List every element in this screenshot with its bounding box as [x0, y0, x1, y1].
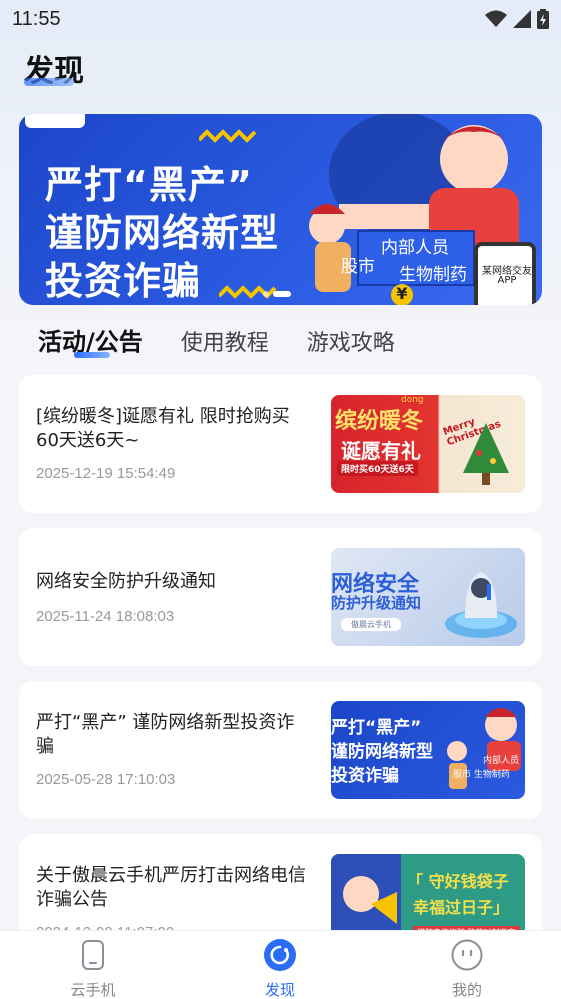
thumb-subtitle-2: 投资诈骗	[331, 766, 399, 786]
thumb-subtitle: 幸福过日子」	[413, 898, 510, 917]
article-thumbnail: 网络安全 防护升级通知 傲晨云手机	[331, 548, 525, 646]
banner-tag-biopharma: 生物制药	[399, 265, 467, 285]
tab-game-guides[interactable]: 游戏攻略	[307, 325, 395, 357]
banner-tag-stock: 股市	[341, 257, 375, 277]
thumb-subtitle: 谨防网络新型	[331, 742, 433, 762]
thumb-title: 严打“黑产”	[331, 718, 422, 738]
phone-icon	[82, 940, 104, 970]
thumb-subtitle: 诞愿有礼	[341, 439, 421, 463]
article-title: [缤纷暖冬]诞愿有礼 限时抢购买60天送6天~	[36, 406, 290, 451]
carousel-indicator	[263, 291, 291, 297]
bottom-navigation: 云手机 发现 我的	[0, 930, 561, 999]
banner-headline-2: 谨防网络新型	[45, 211, 280, 255]
article-date: 2025-05-28 17:10:03	[36, 771, 176, 788]
thumb-tag-stock: 股市 生物制药	[453, 770, 510, 780]
carousel-dot-active[interactable]	[273, 291, 291, 297]
banner-tag-insider: 内部人员	[381, 238, 449, 258]
nav-cloud-phone[interactable]: 云手机	[33, 931, 153, 999]
thumb-subtitle: 防护升级通知	[331, 594, 422, 612]
wifi-icon	[485, 10, 507, 27]
cell-signal-icon	[513, 10, 531, 28]
nav-label: 发现	[264, 981, 295, 999]
article-card[interactable]: 网络安全防护升级通知 2025-11-24 18:08:03 网络安全 防护升级…	[19, 528, 542, 666]
thumb-title: 缤纷暖冬	[335, 409, 424, 434]
thumb-title: 「 守好钱袋子	[407, 872, 509, 891]
banner-zigzag-decoration	[199, 129, 257, 143]
thumb-brand: 傲晨云手机	[341, 618, 401, 631]
banner-logo	[25, 114, 85, 128]
tab-tutorials[interactable]: 使用教程	[181, 325, 269, 357]
article-card[interactable]: 严打“黑产” 谨防网络新型投资诈骗 2025-05-28 17:10:03 严打…	[19, 681, 542, 819]
article-date: 2025-11-24 18:08:03	[36, 608, 175, 625]
nav-label: 云手机	[70, 981, 116, 999]
banner-carousel[interactable]: 严打“黑产” 谨防网络新型 投资诈骗 内部人员 股市 生物制药 某网络交友 AP…	[19, 114, 542, 305]
status-bar: 11:55	[0, 0, 561, 38]
carousel-dot[interactable]	[263, 291, 269, 297]
status-time: 11:55	[12, 7, 61, 30]
article-title: 网络安全防护升级通知	[36, 571, 216, 592]
article-date: 2025-12-19 15:54:49	[36, 465, 176, 482]
article-card[interactable]: [缤纷暖冬]诞愿有礼 限时抢购买60天送6天~ 2025-12-19 15:54…	[19, 375, 542, 513]
thumb-illustration	[447, 708, 521, 789]
article-title: 关于傲晨云手机严厉打击网络电信诈骗公告	[36, 865, 306, 910]
article-thumbnail: 严打“黑产” 谨防网络新型 投资诈骗 内部人员 股市 生物制药	[331, 701, 525, 799]
banner-app-label-2: APP	[497, 275, 517, 286]
discover-icon	[264, 939, 296, 971]
title-underline	[24, 78, 74, 86]
status-icons	[485, 9, 549, 29]
thumb-promo: 限时买60天送6天	[337, 461, 418, 476]
nav-label: 我的	[451, 981, 482, 999]
coin-icon: ¥	[391, 284, 413, 305]
article-title: 严打“黑产” 谨防网络新型投资诈骗	[36, 712, 295, 757]
banner-headline-3: 投资诈骗	[45, 259, 202, 303]
thumb-tag-insider: 内部人员	[483, 756, 520, 766]
security-shield-hacker-icon	[445, 572, 517, 638]
active-tab-indicator	[74, 352, 110, 358]
nav-discover[interactable]: 发现	[220, 931, 340, 999]
profile-face-icon	[451, 939, 483, 971]
nav-profile[interactable]: 我的	[407, 931, 527, 999]
christmas-tree-icon	[463, 423, 509, 485]
battery-charging-icon	[537, 9, 549, 29]
article-thumbnail: 缤纷暖冬 诞愿有礼 限时买60天送6天 dong Merry Christmas	[331, 395, 525, 493]
banner-headline-1: 严打“黑产”	[45, 163, 253, 207]
thumb-pinyin: dong	[401, 395, 424, 405]
